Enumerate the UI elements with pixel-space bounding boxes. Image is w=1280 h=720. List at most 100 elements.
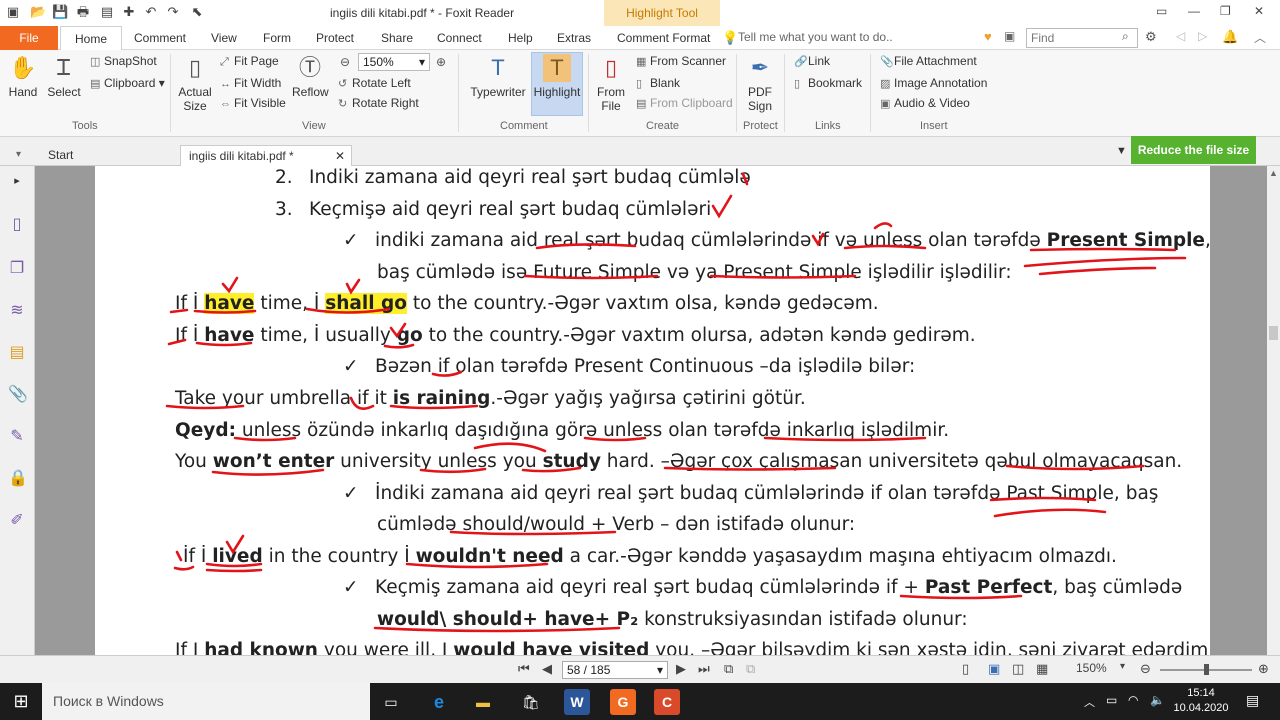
tab-connect[interactable]: Connect bbox=[437, 26, 482, 50]
scroll-thumb[interactable] bbox=[1269, 326, 1278, 340]
store-icon[interactable]: 🛍 bbox=[518, 689, 544, 715]
forward-icon[interactable]: ▷ bbox=[1198, 29, 1207, 43]
heart-icon[interactable]: ♥ bbox=[984, 29, 992, 44]
notifications-icon[interactable]: ▤ bbox=[1246, 692, 1259, 709]
tools-icon[interactable]: ✐ bbox=[8, 512, 26, 530]
pdf-sign-button[interactable]: ✒ PDF Sign bbox=[744, 54, 776, 114]
back-icon[interactable]: ◁ bbox=[1176, 29, 1185, 43]
page-number-input[interactable]: 58 / 185 ▾ bbox=[562, 661, 668, 679]
task-view-icon[interactable]: ▭ bbox=[378, 689, 404, 715]
next-view-icon[interactable]: ⧉ bbox=[746, 661, 755, 677]
select-button[interactable]: Ꮖ Select bbox=[44, 54, 84, 100]
tab-protect[interactable]: Protect bbox=[316, 26, 354, 50]
vertical-scrollbar[interactable]: ▲ bbox=[1267, 166, 1280, 655]
network-icon[interactable]: ▭ bbox=[1106, 693, 1117, 707]
close-tab-icon[interactable]: ✕ bbox=[335, 149, 345, 163]
prev-page-icon[interactable]: ◀ bbox=[542, 661, 552, 677]
facing-page-icon[interactable]: ◫ bbox=[1012, 661, 1024, 677]
zoom-select[interactable]: 150% ▾ bbox=[358, 53, 430, 71]
continuous-facing-icon[interactable]: ▦ bbox=[1036, 661, 1048, 677]
tab-list-icon[interactable]: ▾ bbox=[16, 149, 21, 160]
audio-video-button[interactable]: ▣ Audio & Video bbox=[880, 96, 970, 110]
tray-expand-icon[interactable]: ︿ bbox=[1084, 694, 1095, 710]
next-page-icon[interactable]: ▶ bbox=[676, 661, 686, 677]
clock[interactable]: 15:14 10.04.2020 bbox=[1170, 686, 1232, 716]
rotate-left-button[interactable]: ↺ Rotate Left bbox=[338, 76, 411, 90]
last-page-icon[interactable]: ⏭ bbox=[698, 661, 710, 677]
open-icon[interactable]: 📂 bbox=[30, 5, 46, 19]
windows-start-icon[interactable]: ⊞ bbox=[0, 683, 42, 720]
tell-me-box[interactable]: Tell me what you want to do.. bbox=[738, 30, 893, 44]
zoom-in-icon[interactable]: ⊕ bbox=[1258, 661, 1269, 677]
tab-comment[interactable]: Comment bbox=[134, 26, 186, 50]
rotate-right-button[interactable]: ↻ Rotate Right bbox=[338, 96, 419, 110]
file-attachment-button[interactable]: 📎File Attachment bbox=[880, 54, 977, 68]
close-button[interactable]: ✕ bbox=[1254, 4, 1264, 18]
expand-panel-icon[interactable]: ▸ bbox=[8, 172, 26, 190]
file-explorer-icon[interactable]: ▬ bbox=[470, 689, 496, 715]
pdf-page[interactable]: 2. Indiki zamana aid qeyri real şərt buda… bbox=[95, 166, 1210, 655]
word-icon[interactable]: W bbox=[564, 689, 590, 715]
link-button[interactable]: 🔗Link bbox=[794, 54, 830, 68]
first-page-icon[interactable]: ⏮ bbox=[518, 661, 530, 677]
fit-visible-button[interactable]: ⇔ Fit Visible bbox=[220, 96, 286, 110]
properties-icon[interactable]: ▤ bbox=[100, 5, 114, 19]
wifi-icon[interactable]: ◠ bbox=[1128, 693, 1138, 707]
bookmarks-icon[interactable]: ▯ bbox=[8, 216, 26, 234]
clipboard-button[interactable]: ▤ Clipboard ▾ bbox=[90, 76, 165, 90]
tab-form[interactable]: Form bbox=[263, 26, 291, 50]
tab-view[interactable]: View bbox=[211, 26, 237, 50]
maximize-button[interactable]: ❐ bbox=[1220, 4, 1231, 18]
search-icon[interactable]: ⌕ bbox=[1122, 29, 1129, 44]
tab-extras[interactable]: Extras bbox=[557, 26, 591, 50]
restore-ribbon-icon[interactable]: ▭ bbox=[1156, 4, 1167, 18]
snapshot-button[interactable]: ◫ SnapShot bbox=[90, 54, 157, 68]
volume-icon[interactable]: 🔈 bbox=[1150, 693, 1165, 707]
from-scanner-button[interactable]: ▦ From Scanner bbox=[636, 54, 726, 68]
blank-button[interactable]: ▯ Blank bbox=[636, 76, 680, 90]
taskbar-search[interactable]: Поиск в Windows bbox=[42, 683, 370, 720]
typewriter-button[interactable]: T Typewriter bbox=[468, 54, 528, 100]
file-menu[interactable]: File bbox=[0, 26, 58, 50]
hand-button[interactable]: ✋ Hand bbox=[6, 54, 40, 100]
comments-icon[interactable]: ▤ bbox=[8, 344, 26, 362]
tab-start[interactable]: Start bbox=[40, 145, 170, 166]
skin-icon[interactable]: ▣ bbox=[1004, 29, 1015, 43]
zoom-out-icon[interactable]: ⊖ bbox=[1140, 661, 1151, 677]
highlight-button[interactable]: T Highlight bbox=[531, 54, 583, 99]
foxit-app-icon[interactable]: C bbox=[654, 689, 680, 715]
tab-share[interactable]: Share bbox=[381, 26, 413, 50]
from-file-button[interactable]: ▯ From File bbox=[594, 54, 628, 114]
bell-icon[interactable]: 🔔 bbox=[1222, 29, 1238, 45]
signatures-icon[interactable]: ✎ bbox=[8, 428, 26, 446]
single-page-icon[interactable]: ▯ bbox=[962, 661, 969, 677]
reduce-file-size-button[interactable]: Reduce the file size bbox=[1131, 136, 1256, 164]
pages-icon[interactable]: ❐ bbox=[8, 260, 26, 278]
bookmark-button[interactable]: ▯ Bookmark bbox=[794, 76, 862, 90]
attachments-icon[interactable]: 📎 bbox=[8, 386, 28, 404]
print-icon[interactable]: 🖶 bbox=[76, 5, 90, 19]
zoom-in-icon[interactable]: ⊕ bbox=[436, 55, 446, 69]
scroll-up-icon[interactable]: ▲ bbox=[1269, 168, 1278, 178]
tab-comment-format[interactable]: Comment Format bbox=[617, 26, 710, 50]
foxit-reader-icon[interactable]: G bbox=[610, 689, 636, 715]
continuous-page-icon[interactable]: ▣ bbox=[988, 661, 1000, 677]
undo-icon[interactable]: ↶ bbox=[144, 5, 158, 19]
fit-width-button[interactable]: ↔ Fit Width bbox=[220, 76, 281, 90]
ribbon-collapse-icon[interactable]: ︿ bbox=[1254, 29, 1266, 46]
dropdown-icon[interactable]: ▼ bbox=[1116, 145, 1127, 157]
reflow-button[interactable]: Ⓣ Reflow bbox=[292, 54, 329, 100]
new-icon[interactable]: ✚ bbox=[122, 5, 136, 19]
previous-view-icon[interactable]: ⧉ bbox=[724, 661, 733, 677]
tab-home[interactable]: Home bbox=[60, 26, 122, 51]
actual-size-button[interactable]: ▯ Actual Size bbox=[176, 54, 214, 114]
zoom-out-icon[interactable]: ⊖ bbox=[340, 55, 350, 69]
gear-icon[interactable]: ⚙ bbox=[1145, 29, 1157, 45]
from-clipboard-button[interactable]: ▤ From Clipboard bbox=[636, 96, 733, 110]
zoom-slider-thumb[interactable] bbox=[1204, 664, 1209, 675]
tab-document[interactable]: ingiis dili kitabi.pdf * ✕ bbox=[180, 145, 352, 166]
highlight-tool-context-tab[interactable]: Highlight Tool bbox=[604, 0, 720, 26]
edge-icon[interactable]: e bbox=[426, 689, 452, 715]
fit-page-button[interactable]: ⤢ Fit Page bbox=[220, 54, 279, 69]
cursor-icon[interactable]: ⬉ bbox=[190, 5, 204, 19]
